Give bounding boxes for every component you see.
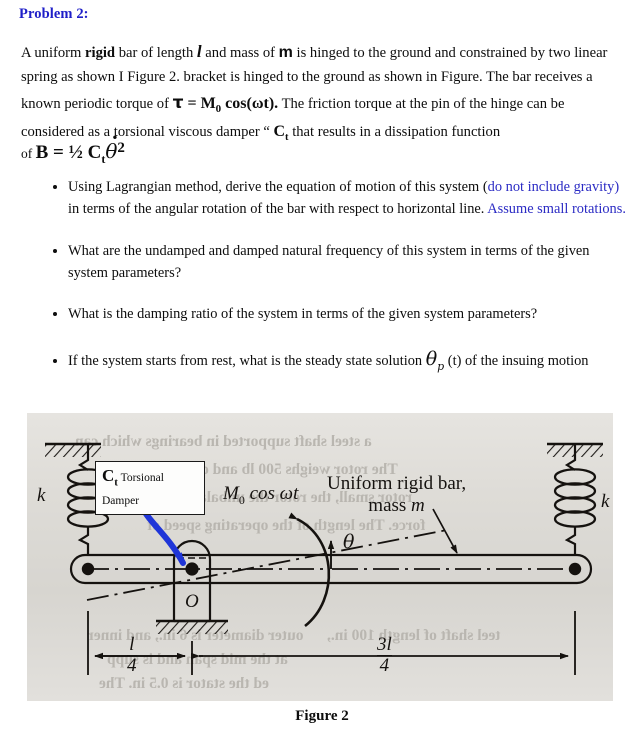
- eq-b-half: B = ½: [35, 142, 88, 163]
- hinge-pivot-point: [185, 562, 199, 576]
- right-spring: [553, 468, 597, 528]
- q4-symbol-theta-p: θp: [425, 347, 445, 373]
- stmt-part-9: that results in a dissipation function: [288, 123, 501, 140]
- q1-text-blue-a: do not include gravity): [487, 179, 620, 195]
- symbol-C-letter: C: [273, 122, 286, 140]
- moment-arc-arrow: [288, 512, 331, 628]
- q4-theta-letter: θ: [425, 347, 438, 370]
- moment-cos-term: cos ωt: [244, 483, 299, 504]
- problem-statement: A uniform rigid bar of length l and mass…: [21, 38, 617, 146]
- symbol-tau: τ: [172, 92, 184, 113]
- damper-C-symbol: Ct: [102, 466, 118, 488]
- damper-C-letter: C: [102, 466, 115, 485]
- fraction-denominator: 4: [377, 654, 392, 676]
- stmt-equals: =: [183, 94, 201, 112]
- list-item: What is the damping ratio of the system …: [68, 303, 628, 325]
- theta-label: θ: [343, 531, 355, 553]
- left-ground-support: [45, 442, 101, 457]
- moment-M: M: [223, 483, 239, 504]
- damper-title: Torsional: [117, 472, 164, 484]
- dissipation-equation: of B = ½ Ct • θ2: [21, 132, 125, 167]
- symbol-Ct: Ct: [273, 122, 288, 143]
- document-page: Problem 2: A uniform rigid bar of length…: [0, 0, 644, 747]
- eq-theta-dot: • θ: [105, 132, 118, 163]
- list-item: Using Lagrangian method, derive the equa…: [68, 176, 628, 221]
- schematic-drawing: [45, 442, 603, 675]
- symbol-mass: m: [278, 44, 293, 61]
- eq-lead: of: [21, 146, 36, 161]
- q4-text-a: If the system starts from rest, what is …: [68, 352, 426, 369]
- spring-constant-label-left: k: [37, 485, 46, 506]
- fraction-numerator: l: [129, 634, 135, 655]
- bar-label-line2: mass: [368, 494, 412, 516]
- stmt-part-3: bar of length: [115, 45, 197, 61]
- list-item: What are the undamped and damped natural…: [68, 240, 628, 285]
- fraction-quarter-l: l 4: [127, 635, 137, 676]
- eq-dot-accent: •: [111, 131, 119, 145]
- hinge-ground: [156, 619, 228, 634]
- eq-c-letter: C: [87, 142, 102, 163]
- list-item: If the system starts from rest, what is …: [68, 345, 628, 375]
- figure-caption: Figure 2: [295, 708, 349, 724]
- bar-label-mass-symbol: m: [411, 494, 425, 516]
- dimension-label-quarter-l: l 4: [127, 635, 137, 676]
- torsional-damper-callout: Ct Torsional Damper: [95, 461, 205, 516]
- q2-text: What are the undamped and damped natural…: [68, 242, 590, 281]
- q1-text-a: Using Lagrangian method, derive the equa…: [68, 179, 488, 195]
- bar-label-line1: Uniform rigid bar,: [327, 473, 467, 494]
- q1-text-blue-b: Assume small rotations.: [487, 201, 626, 218]
- fraction-numerator: 3l: [377, 634, 392, 655]
- page-title: Problem 2:: [19, 6, 89, 22]
- dimension-label-three-quarter-l: 3l 4: [377, 635, 392, 676]
- applied-moment-label: M0 cos ωt: [223, 483, 298, 508]
- eq-exponent: 2: [117, 140, 125, 156]
- q3-text: What is the damping ratio of the system …: [68, 306, 538, 323]
- spring-constant-label-right: k: [601, 491, 610, 512]
- right-pin-joint: [568, 562, 582, 576]
- stmt-rigid: rigid: [85, 45, 116, 61]
- left-pin-joint: [81, 562, 95, 576]
- stmt-part-4: and mass of: [201, 45, 279, 61]
- q1-text-b: in terms of the angular rotation of the …: [68, 201, 488, 218]
- damper-subtitle: Damper: [102, 494, 140, 507]
- q4-text-b: (t) of the insuing motion: [444, 352, 589, 369]
- symbol-M0: M0: [200, 94, 222, 115]
- fraction-denominator: 4: [127, 654, 137, 676]
- symbol-M-letter: M: [200, 94, 216, 112]
- figure-2-image: a steel shaft supported in bearings whic…: [27, 413, 613, 701]
- question-list: Using Lagrangian method, derive the equa…: [44, 176, 628, 393]
- eq-ct: Ct: [87, 142, 106, 166]
- pivot-label: O: [185, 591, 199, 612]
- stmt-part-1: A uniform: [21, 45, 86, 61]
- stmt-cos-term: cos(ωt).: [221, 94, 279, 112]
- rotated-bar-axis: [86, 529, 448, 601]
- fraction-three-quarter-l: 3l 4: [377, 635, 392, 676]
- rigid-bar-label: Uniform rigid bar, mass m: [327, 473, 466, 517]
